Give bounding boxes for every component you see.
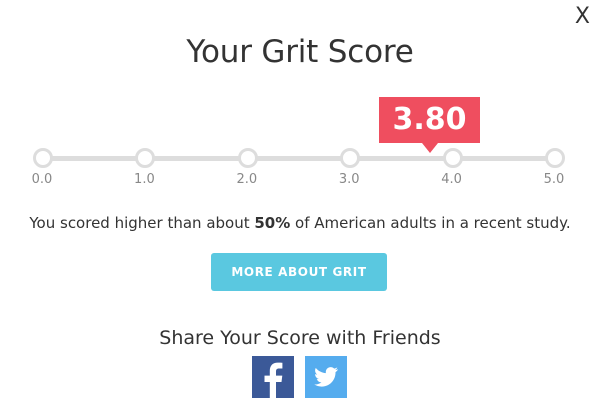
twitter-share-button[interactable] (305, 356, 347, 398)
scale-tick-0 (33, 148, 53, 168)
scale-tick-label: 4.0 (441, 172, 462, 187)
scale-tick-2 (237, 148, 258, 168)
facebook-icon (264, 362, 283, 398)
score-scale: 0.0 1.0 2.0 3.0 4.0 5.0 (32, 148, 565, 187)
facebook-share-button[interactable] (252, 356, 294, 398)
page-title: Your Grit Score (186, 34, 414, 70)
close-button[interactable]: X (575, 6, 590, 28)
scale-tick-label: 3.0 (338, 172, 360, 187)
scale-tick-4 (442, 148, 463, 168)
result-suffix: of American adults in a recent study. (290, 214, 571, 232)
scale-tick-5 (545, 148, 565, 168)
twitter-icon (314, 367, 338, 387)
result-percent: 50% (254, 214, 291, 232)
scale-track (42, 156, 554, 161)
result-text: You scored higher than about 50% of Amer… (0, 214, 600, 232)
scale-tick-3 (340, 148, 361, 168)
scale-tick-label: 5.0 (543, 172, 565, 187)
scale-tick-label: 0.0 (31, 172, 53, 187)
result-prefix: You scored higher than about (29, 214, 255, 232)
score-badge: 3.80 (379, 97, 480, 153)
scale-tick-label: 1.0 (134, 172, 155, 187)
scale-tick-label: 2.0 (236, 172, 258, 187)
more-about-grit-button[interactable]: MORE ABOUT GRIT (211, 253, 387, 291)
share-title: Share Your Score with Friends (159, 327, 441, 349)
scale-tick-1 (135, 148, 156, 168)
